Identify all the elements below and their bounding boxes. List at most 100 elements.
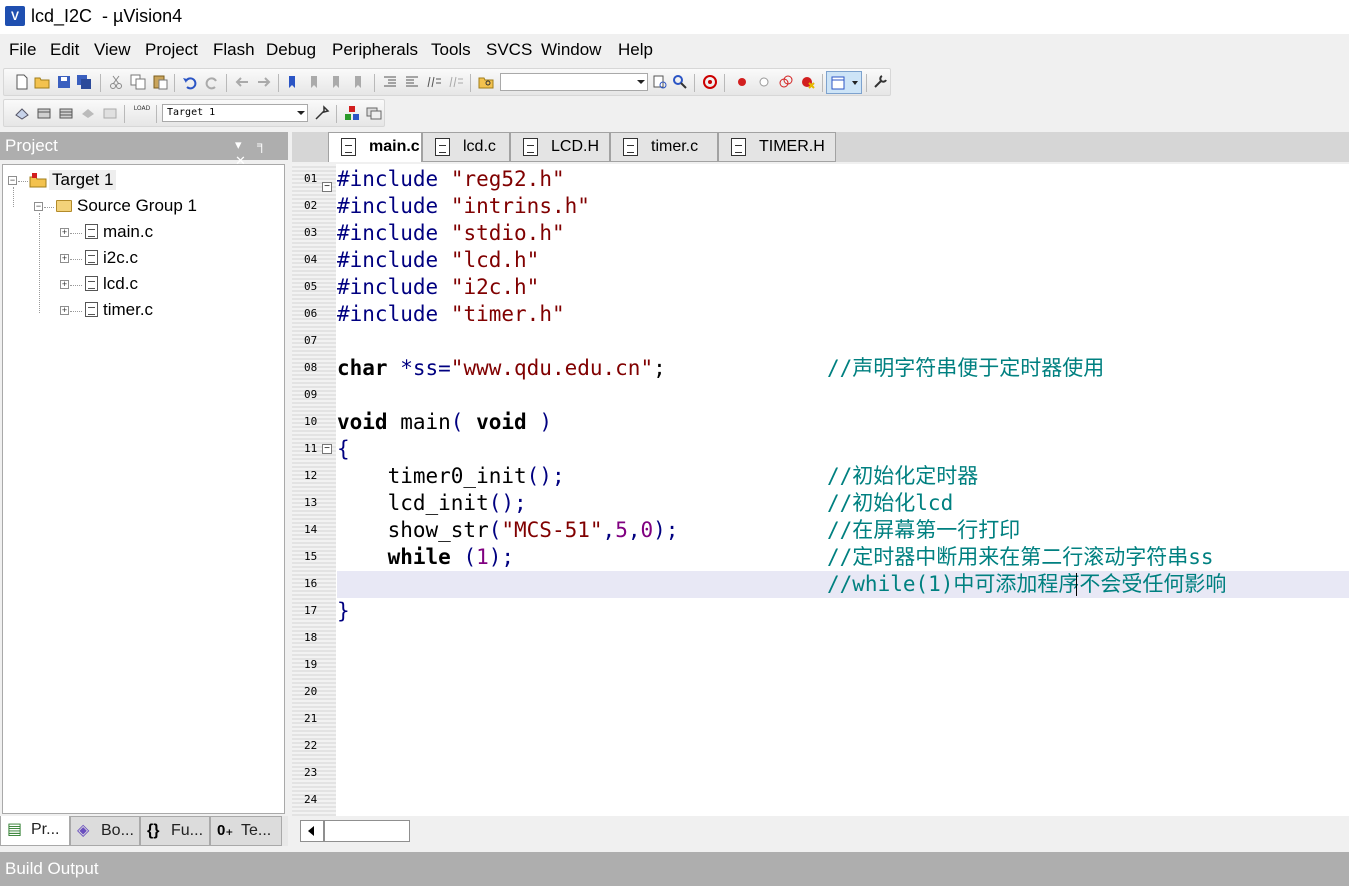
bookmark-prev-icon[interactable]: [308, 74, 324, 90]
string-literal: "intrins.h": [450, 194, 590, 218]
header-file-icon: [731, 138, 746, 156]
paste-icon[interactable]: [152, 74, 168, 90]
target-combo[interactable]: Target 1: [162, 104, 308, 122]
books-icon: ◈: [77, 822, 90, 839]
kill-all-breakpoints-icon[interactable]: [800, 74, 816, 90]
window-layout-dropdown[interactable]: [826, 71, 862, 94]
find-combo[interactable]: [500, 73, 648, 91]
line-number: 08: [304, 361, 318, 374]
chevron-down-icon[interactable]: [637, 80, 645, 84]
incremental-find-icon[interactable]: [652, 74, 668, 90]
target-options-icon[interactable]: [314, 105, 330, 121]
tree-item-target[interactable]: Target 1: [49, 170, 117, 190]
expand-icon[interactable]: +: [60, 228, 69, 237]
find-in-files-icon[interactable]: [478, 74, 494, 90]
line-number: 19: [304, 658, 318, 671]
editor-tab-lcd-c[interactable]: lcd.c: [422, 132, 510, 162]
fold-collapse-icon[interactable]: −: [322, 444, 332, 454]
bookmark-next-icon[interactable]: [330, 74, 346, 90]
manage-components-icon[interactable]: [344, 105, 360, 121]
editor-tab-timer-h[interactable]: TIMER.H: [718, 132, 836, 162]
redo-icon[interactable]: [204, 74, 220, 90]
tab-books[interactable]: ◈ Bo...: [70, 816, 140, 846]
expand-icon[interactable]: +: [60, 280, 69, 289]
debug-session-icon[interactable]: [702, 74, 718, 90]
tree-item-file[interactable]: main.c: [103, 222, 153, 242]
download-load-icon[interactable]: LOAD: [132, 105, 152, 123]
code-line-10: void main( void ): [337, 409, 552, 436]
code-text: show_str: [337, 518, 489, 542]
menu-window[interactable]: Window: [541, 40, 601, 60]
cut-icon[interactable]: [108, 74, 124, 90]
tree-connector: [70, 311, 82, 312]
menu-view[interactable]: View: [94, 40, 131, 60]
insert-breakpoint-icon[interactable]: [734, 74, 750, 90]
code-punctuation: ): [526, 410, 552, 434]
menu-peripherals[interactable]: Peripherals: [332, 40, 418, 60]
menu-edit[interactable]: Edit: [50, 40, 79, 60]
open-folder-icon[interactable]: [34, 74, 50, 90]
bookmark-toggle-icon[interactable]: [286, 74, 302, 90]
menu-svcs[interactable]: SVCS: [486, 40, 532, 60]
editor-tab-timer-c[interactable]: timer.c: [610, 132, 718, 162]
bookmark-clear-icon[interactable]: [352, 74, 368, 90]
tree-item-label: Source Group 1: [77, 196, 198, 215]
collapse-icon[interactable]: −: [34, 202, 43, 211]
collapse-icon[interactable]: −: [8, 176, 17, 185]
comment-icon[interactable]: [426, 74, 442, 90]
editor-tab-main-c[interactable]: main.c: [328, 132, 422, 162]
build-toolbar: LOAD Target 1: [3, 99, 385, 127]
expand-icon[interactable]: +: [60, 254, 69, 263]
tab-templates[interactable]: 0₊ Te...: [210, 816, 282, 846]
code-punctuation: );: [653, 518, 679, 542]
code-punctuation: ,: [627, 518, 641, 542]
rebuild-icon[interactable]: [58, 105, 74, 121]
enable-breakpoint-icon[interactable]: [756, 74, 772, 90]
line-number: 24: [304, 793, 318, 806]
horizontal-scrollbar[interactable]: [292, 816, 1349, 846]
scrollbar-thumb[interactable]: [324, 820, 410, 842]
select-packs-icon[interactable]: [366, 105, 382, 121]
toolbar-separator: [174, 74, 175, 92]
expand-icon[interactable]: +: [60, 306, 69, 315]
build-icon[interactable]: [36, 105, 52, 121]
tree-item-file[interactable]: timer.c: [103, 300, 153, 320]
indent-icon[interactable]: [382, 74, 398, 90]
scroll-left-arrow-icon[interactable]: [300, 820, 324, 842]
new-file-icon[interactable]: [14, 74, 30, 90]
tab-functions[interactable]: {} Fu...: [140, 816, 210, 846]
stop-build-icon[interactable]: [102, 105, 118, 121]
copy-icon[interactable]: [130, 74, 146, 90]
menu-flash[interactable]: Flash: [213, 40, 255, 60]
batch-build-icon[interactable]: [80, 105, 96, 121]
disable-all-breakpoints-icon[interactable]: [778, 74, 794, 90]
toolbar-separator: [336, 105, 337, 123]
navigate-back-icon[interactable]: [234, 74, 250, 90]
translate-icon[interactable]: [14, 105, 30, 121]
line-number: 07: [304, 334, 318, 347]
toolbar-separator: [724, 74, 725, 92]
tab-project[interactable]: ▤ Pr...: [0, 816, 70, 846]
save-icon[interactable]: [56, 74, 72, 90]
tree-item-source-group[interactable]: Source Group 1: [77, 196, 197, 216]
tree-item-file[interactable]: lcd.c: [103, 274, 138, 294]
find-icon[interactable]: [672, 74, 688, 90]
navigate-forward-icon[interactable]: [256, 74, 272, 90]
tab-label: Te...: [241, 822, 272, 839]
menu-help[interactable]: Help: [618, 40, 653, 60]
menu-project[interactable]: Project: [145, 40, 198, 60]
tree-item-file[interactable]: i2c.c: [103, 248, 138, 268]
menu-tools[interactable]: Tools: [431, 40, 471, 60]
save-all-icon[interactable]: [76, 74, 92, 90]
menu-file[interactable]: File: [9, 40, 36, 60]
unindent-icon[interactable]: [404, 74, 420, 90]
undo-icon[interactable]: [182, 74, 198, 90]
editor-tab-lcd-h[interactable]: LCD.H: [510, 132, 610, 162]
uncomment-icon[interactable]: [448, 74, 464, 90]
chevron-down-icon[interactable]: [297, 111, 305, 115]
fold-collapse-icon[interactable]: −: [322, 182, 332, 192]
configure-wrench-icon[interactable]: [872, 74, 888, 90]
string-literal: "reg52.h": [450, 167, 565, 191]
menu-debug[interactable]: Debug: [266, 40, 316, 60]
code-comment: //声明字符串便于定时器使用: [827, 356, 1105, 380]
